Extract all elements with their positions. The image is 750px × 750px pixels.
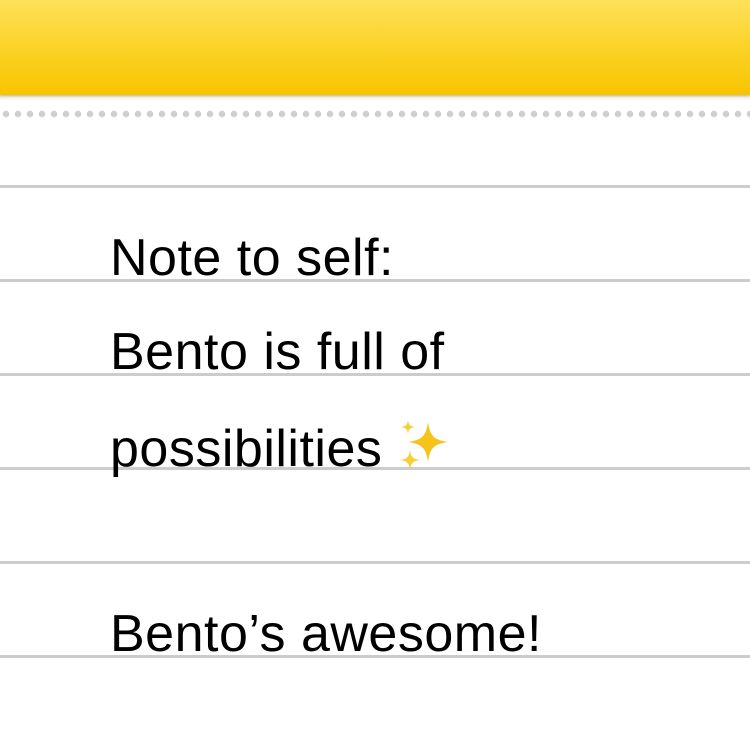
notepad-header <box>0 0 750 95</box>
sparkles-icon <box>396 416 456 476</box>
note-page: Note to self: Bento is full of possibili… <box>0 0 750 750</box>
note-line-5[interactable]: Bento’s awesome! <box>110 604 542 664</box>
ruled-line <box>0 561 750 564</box>
note-line-1[interactable]: Note to self: <box>110 228 394 288</box>
note-line-3[interactable]: possibilities <box>110 416 456 479</box>
notepad-perforation <box>0 109 750 119</box>
note-line-2[interactable]: Bento is full of <box>110 322 445 382</box>
note-line-3-text: possibilities <box>110 420 383 478</box>
ruled-line <box>0 185 750 188</box>
header-shadow <box>0 95 750 101</box>
